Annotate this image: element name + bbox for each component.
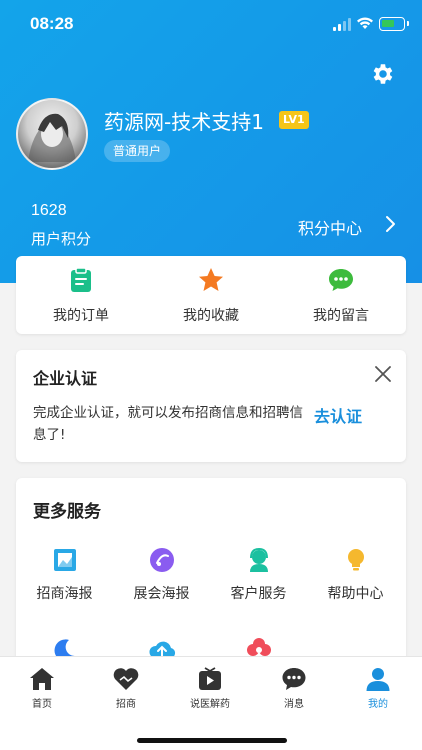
tab-profile[interactable]: 我的 xyxy=(336,657,420,717)
tab-label: 说医解药 xyxy=(190,699,230,710)
star-icon xyxy=(199,268,223,291)
points-value[interactable]: 1628 xyxy=(31,202,67,220)
home-icon xyxy=(30,668,54,690)
my-messages-button[interactable]: 我的留言 xyxy=(276,256,406,334)
tab-label: 招商 xyxy=(116,699,136,710)
service-label: 客户服务 xyxy=(230,586,287,602)
quick-action-label: 我的留言 xyxy=(313,308,369,324)
tab-messages[interactable]: 消息 xyxy=(252,657,336,717)
handshake-icon xyxy=(113,668,139,690)
level-badge: LV1 xyxy=(279,111,309,129)
more-services-card: 更多服务 招商海报 展会海报 客户服务 帮助中心 xyxy=(16,478,406,678)
services-title: 更多服务 xyxy=(33,502,101,522)
quick-action-label: 我的收藏 xyxy=(183,308,239,324)
video-play-icon xyxy=(199,667,221,690)
chat-bubble-icon xyxy=(329,269,353,291)
my-orders-button[interactable]: 我的订单 xyxy=(16,256,146,334)
go-certify-link[interactable]: 去认证 xyxy=(314,403,362,427)
quick-actions-card: 我的订单 我的收藏 我的留言 xyxy=(16,256,406,334)
tab-investment[interactable]: 招商 xyxy=(84,657,168,717)
service-item-investment-poster[interactable]: 招商海报 xyxy=(16,546,113,616)
points-center-link[interactable]: 积分中心 xyxy=(298,215,362,239)
avatar[interactable] xyxy=(16,98,88,170)
service-item-customer-service[interactable]: 客户服务 xyxy=(210,546,307,616)
user-type-badge: 普通用户 xyxy=(104,140,171,162)
username: 药源网-技术支持1 xyxy=(104,110,264,134)
clipboard-icon xyxy=(71,267,91,292)
battery-icon xyxy=(379,17,409,31)
tab-label: 首页 xyxy=(32,699,52,710)
service-item-exhibition-poster[interactable]: 展会海报 xyxy=(113,546,210,616)
poster-icon xyxy=(53,549,76,571)
tab-medical-talk[interactable]: 说医解药 xyxy=(168,657,252,717)
quick-action-label: 我的订单 xyxy=(53,308,109,324)
customer-service-icon xyxy=(249,547,268,572)
exhibition-icon xyxy=(149,548,174,572)
wifi-icon xyxy=(357,17,373,29)
service-label: 招商海报 xyxy=(36,586,93,602)
user-icon xyxy=(366,668,390,691)
bottom-tab-bar: 首页 招商 说医解药 消息 我的 xyxy=(0,656,422,750)
service-label: 帮助中心 xyxy=(327,586,384,602)
home-indicator xyxy=(137,738,287,743)
enterprise-certification-card: 企业认证 完成企业认证，就可以发布招商信息和招聘信息了! 去认证 xyxy=(16,350,406,462)
certification-description: 完成企业认证，就可以发布招商信息和招聘信息了! xyxy=(33,405,303,443)
lightbulb-icon xyxy=(347,549,364,571)
service-label: 展会海报 xyxy=(133,586,190,602)
close-icon[interactable] xyxy=(374,365,392,383)
my-favorites-button[interactable]: 我的收藏 xyxy=(146,256,276,334)
tab-label: 我的 xyxy=(368,699,388,710)
cellular-signal-icon xyxy=(333,18,353,31)
service-item-help-center[interactable]: 帮助中心 xyxy=(307,546,404,616)
status-time: 08:28 xyxy=(30,14,74,33)
certification-title: 企业认证 xyxy=(33,369,98,388)
tab-label: 消息 xyxy=(284,699,304,710)
status-bar: 08:28 xyxy=(0,0,422,48)
points-label: 用户积分 xyxy=(31,230,92,248)
settings-gear-icon[interactable] xyxy=(369,61,395,87)
chevron-right-icon[interactable] xyxy=(384,215,396,233)
tab-home[interactable]: 首页 xyxy=(0,657,84,717)
message-icon xyxy=(282,668,306,690)
